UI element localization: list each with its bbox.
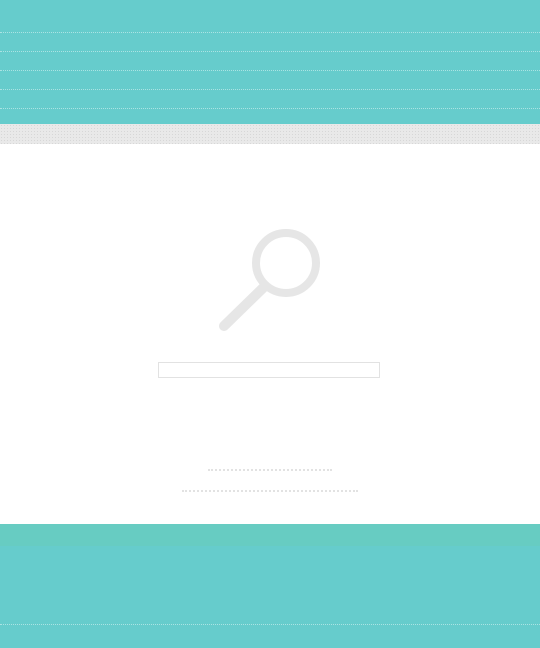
header-dotted-line [0, 89, 540, 90]
header-dotted-line [0, 51, 540, 52]
footer-top-edge [0, 524, 540, 546]
text-placeholder-line [182, 490, 358, 492]
footer-dotted-line [0, 624, 540, 625]
header-dotted-line [0, 108, 540, 109]
sub-header-strip [0, 124, 540, 144]
footer-band [0, 524, 540, 648]
search-icon [219, 229, 320, 331]
header-dotted-line [0, 70, 540, 71]
search-input-placeholder[interactable] [158, 362, 380, 378]
header-band [0, 0, 540, 124]
page [0, 0, 540, 648]
text-placeholder-line [208, 469, 332, 471]
header-dotted-line [0, 32, 540, 33]
